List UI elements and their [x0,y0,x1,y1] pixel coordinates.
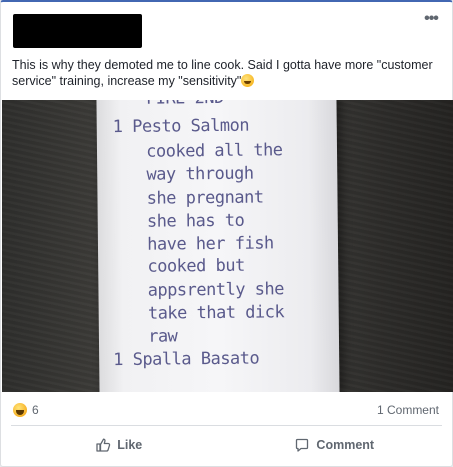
reactions-summary[interactable]: 6 [12,402,39,418]
haha-reaction-icon [12,402,28,418]
receipt-line: have her fish [117,233,274,256]
receipt-line: take that dick [118,302,285,325]
action-bar: Like Comment [11,429,442,461]
post-photo[interactable]: FIRE 2ND --- 1 Pesto Salmon cooked all t… [2,100,453,392]
post-text: This is why they demoted me to line cook… [12,57,444,89]
like-button[interactable]: Like [11,429,227,461]
reaction-count: 6 [32,403,39,417]
comment-label: Comment [316,438,375,452]
receipt-line: way through [117,163,254,186]
receipt-line: cooked but [118,255,245,278]
divider [11,425,442,426]
post-text-line-1: This is why they demoted me to line cook… [12,58,433,72]
more-options-icon: ••• [424,10,439,27]
ticket-receipt: FIRE 2ND --- 1 Pesto Salmon cooked all t… [96,100,340,392]
redacted-author-block [13,14,142,48]
receipt-line: 1 Pesto Salmon [112,115,250,138]
receipt-line: she pregnant [117,187,264,210]
post-card: ••• This is why they demoted me to line … [0,0,453,467]
comments-count-link[interactable]: 1 Comment [377,403,439,417]
receipt-line: appsrently she [118,279,285,302]
post-text-line-2: service" training, increase my "sensitiv… [12,74,242,88]
grinning-sweat-emoji-icon [241,74,255,87]
more-options-button[interactable]: ••• [420,10,442,27]
receipt-line: 1 Spalla Basato [113,348,260,371]
receipt-line: raw [118,326,178,348]
like-label: Like [117,438,143,452]
receipt-line: FIRE 2ND --- [126,100,263,109]
receipt-line: she has to [117,210,245,233]
thumbs-up-icon [95,437,111,453]
comment-button[interactable]: Comment [227,429,443,461]
receipt-line: cooked all the [116,140,283,163]
comment-bubble-icon [294,437,310,453]
